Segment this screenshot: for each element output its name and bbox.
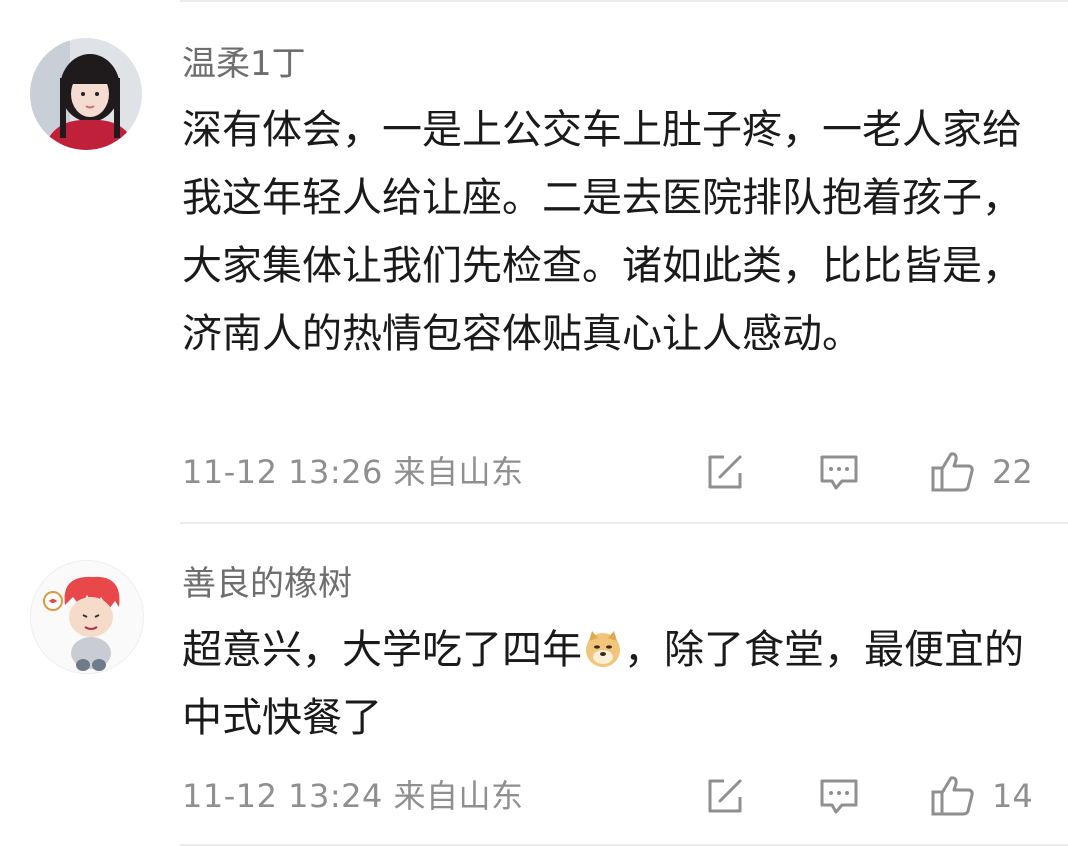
- comment-text: 超意兴，大学吃了四年 ，除了食堂，最便宜的中式快餐了: [182, 616, 1042, 752]
- share-edit-icon: [708, 455, 742, 489]
- thumbs-up-icon: [931, 776, 974, 816]
- comment-meta: 11-12 13:26 来自山东 22: [182, 450, 1040, 494]
- avatar[interactable]: [30, 38, 142, 150]
- comment-item: 温柔1丁 深有体会，一是上公交车上肚子疼，一老人家给我这年轻人给让座。二是去医院…: [0, 0, 1068, 522]
- location: 来自山东: [393, 777, 524, 815]
- share-button[interactable]: [704, 774, 746, 818]
- timestamp: 11-12 13:24: [182, 777, 383, 815]
- username[interactable]: 善良的橡树: [182, 564, 352, 604]
- like-button[interactable]: 14: [930, 774, 1033, 818]
- like-count: 14: [992, 777, 1033, 815]
- username[interactable]: 温柔1丁: [182, 44, 306, 84]
- share-button[interactable]: [704, 450, 746, 494]
- avatar-girl-icon: [30, 38, 142, 150]
- reply-button[interactable]: [818, 450, 860, 494]
- comment-bubble-icon: [820, 455, 858, 490]
- doge-emoji-icon: [586, 631, 620, 667]
- like-count: 22: [992, 453, 1033, 491]
- meta-info: 11-12 13:24 来自山东: [182, 774, 524, 818]
- timestamp: 11-12 13:26: [182, 453, 383, 491]
- avatar-cartoon-icon: [31, 561, 143, 673]
- avatar[interactable]: [30, 560, 144, 674]
- comment-text-part: 超意兴，大学吃了四年: [182, 627, 582, 673]
- like-button[interactable]: 22: [930, 450, 1033, 494]
- thumbs-up-icon: [931, 452, 974, 492]
- location: 来自山东: [393, 453, 524, 491]
- comment-meta: 11-12 13:24 来自山东 14: [182, 774, 1040, 818]
- comment-item: 善良的橡树 超意兴，大学吃了四年 ，除了食堂，最便宜的中式快餐了 11-12 1…: [0, 522, 1068, 846]
- meta-info: 11-12 13:26 来自山东: [182, 450, 524, 494]
- doge-emoji: [583, 622, 623, 667]
- comment-text: 深有体会，一是上公交车上肚子疼，一老人家给我这年轻人给让座。二是去医院排队抱着孩…: [182, 107, 1022, 357]
- comment-bubble-icon: [820, 779, 858, 814]
- share-edit-icon: [708, 779, 742, 813]
- reply-button[interactable]: [818, 774, 860, 818]
